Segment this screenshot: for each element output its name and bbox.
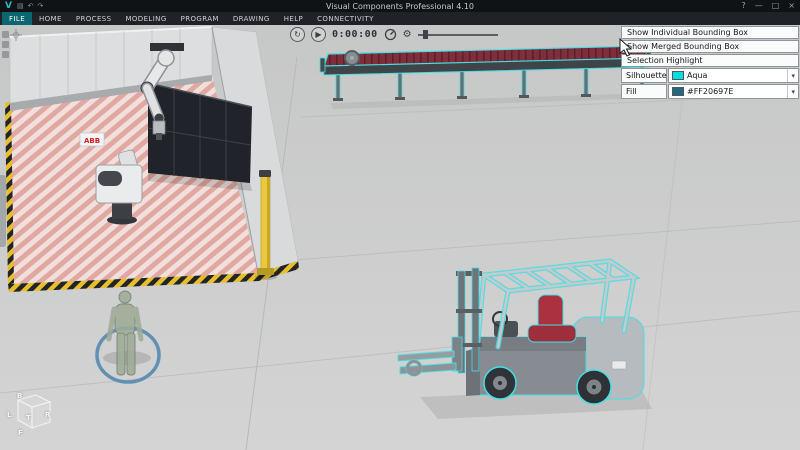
minimize-icon[interactable]: — [755,0,763,12]
abb-logo-text: ABB [84,137,100,145]
close-icon[interactable]: × [788,0,795,12]
silhouette-label: Silhouette [621,68,667,83]
tab-connectivity[interactable]: CONNECTIVITY [310,12,381,25]
speed-gauge-icon[interactable] [384,28,397,41]
tab-program[interactable]: PROGRAM [174,12,226,25]
reset-simulation-button[interactable]: ↻ [290,27,305,42]
tab-home[interactable]: HOME [32,12,69,25]
play-button[interactable]: ▶ [311,27,326,42]
view-cube-left[interactable]: L [7,411,11,419]
maximize-icon[interactable]: □ [772,0,780,12]
app-logo-icon[interactable]: V [5,0,12,12]
show-individual-bounding-box-button[interactable]: Show Individual Bounding Box [621,26,799,39]
robot-cell[interactable]: ABB [5,26,299,292]
silhouette-color-swatch [672,71,684,80]
fill-color-swatch [672,87,684,96]
undo-icon[interactable]: ↶ [28,0,34,12]
fill-color-value: #FF20697E [687,87,734,96]
ribbon-tab-bar: FILE HOME PROCESS MODELING PROGRAM DRAWI… [0,12,800,25]
slider-track [417,34,498,36]
front-wheel [483,366,517,400]
view-cube[interactable]: B L T R F [6,388,58,444]
window-title: Visual Components Professional 4.10 [325,1,474,11]
chevron-down-icon[interactable]: ▾ [787,85,795,98]
help-icon[interactable]: ? [741,0,745,12]
view-cube-top[interactable]: T [26,414,31,422]
view-cube-front[interactable]: F [18,429,23,437]
side-panel-icon[interactable] [2,31,9,38]
abb-sign: ABB [79,132,105,147]
simulation-time: 0:00:00 [332,29,378,40]
view-cube-back[interactable]: B [17,392,22,400]
settings-gear-icon[interactable]: ⚙ [403,27,412,42]
redo-icon[interactable]: ↷ [37,0,43,12]
tab-help[interactable]: HELP [277,12,310,25]
conveyor-endcap [319,57,326,73]
show-merged-bounding-box-button[interactable]: Show Merged Bounding Box [621,40,799,53]
selection-options-panel: Show Individual Bounding Box Show Merged… [621,26,799,99]
fill-color-dropdown[interactable]: #FF20697E ▾ [668,84,799,99]
save-icon[interactable]: ▤ [17,0,24,12]
tab-file[interactable]: FILE [2,12,33,25]
view-cube-right[interactable]: R [45,411,50,419]
side-panel-icon[interactable] [2,51,9,58]
3d-viewport[interactable]: ABB ↻ ▶ 0:00:00 ⚙ Show Individual Boundi… [0,25,800,450]
tab-modeling[interactable]: MODELING [118,12,173,25]
silhouette-color-dropdown[interactable]: Aqua ▾ [668,68,799,83]
collapsed-panel-tab[interactable] [0,175,6,247]
fill-label: Fill [621,84,667,99]
chevron-down-icon[interactable]: ▾ [787,69,795,82]
slider-handle[interactable] [422,30,428,39]
mouse-cursor [619,38,633,57]
app-window: V ▤ ↶ ↷ Visual Components Professional 4… [0,0,800,450]
rear-sticker [611,360,627,370]
playback-bar: ↻ ▶ 0:00:00 ⚙ [290,26,498,43]
selection-highlight-button[interactable]: Selection Highlight [621,54,799,67]
title-bar: V ▤ ↶ ↷ Visual Components Professional 4… [0,0,800,12]
tab-process[interactable]: PROCESS [69,12,119,25]
tab-drawing[interactable]: DRAWING [226,12,277,25]
part-on-belt[interactable] [344,50,360,66]
side-panel-icon[interactable] [2,41,9,48]
simulation-speed-slider[interactable] [417,29,498,40]
silhouette-color-value: Aqua [687,71,708,80]
rear-wheel [576,369,612,405]
origin-marker-icon [10,29,22,41]
